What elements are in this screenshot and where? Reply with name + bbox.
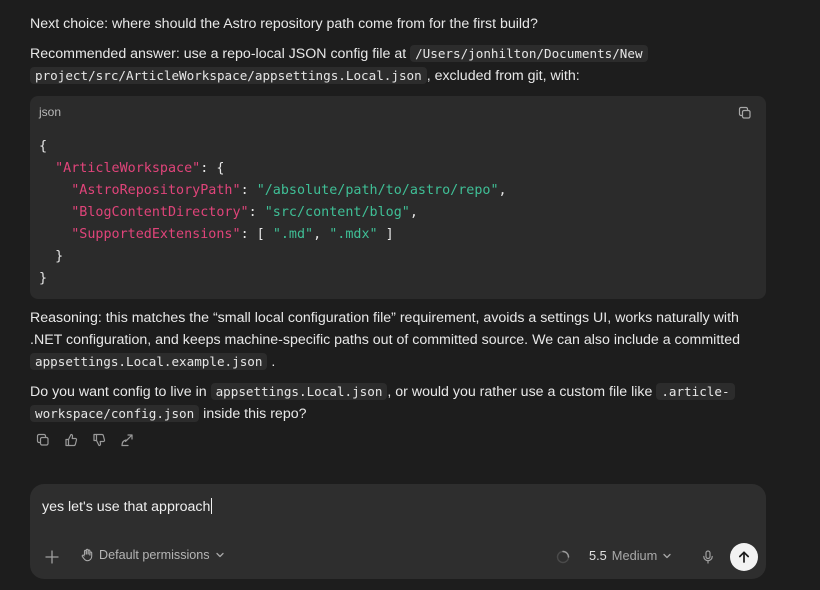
permissions-label: Default permissions [99,548,210,562]
json-code-block: json { "ArticleWorkspace": { "AstroRepos… [30,96,766,299]
permissions-dropdown[interactable]: Default permissions [80,548,225,562]
json-code: { "ArticleWorkspace": { "AstroRepository… [39,139,507,286]
followup-code-1: appsettings.Local.json [210,383,388,400]
code-value: "src/content/blog" [264,205,410,220]
example-file-code: appsettings.Local.example.json [30,353,268,370]
code-key: "AstroRepositoryPath" [71,183,241,198]
question-text: Next choice: where should the Astro repo… [30,16,538,32]
code-value: "/absolute/path/to/astro/repo" [256,183,499,198]
copy-code-icon[interactable] [738,106,752,120]
assistant-question: Next choice: where should the Astro repo… [30,13,766,35]
chevron-down-icon [663,553,671,558]
followup-text: Do you want config to live in [30,384,211,400]
copy-icon[interactable] [36,433,50,447]
reasoning-line-1: Reasoning: this matches the “small local… [30,310,739,326]
followup-code-2b: workspace/config.json [30,405,200,422]
message-composer[interactable]: yes let's use that approach Default perm… [30,484,766,579]
recommend-text: Recommended answer: use a repo-local JSO… [30,46,411,62]
followup-code-2a: .article- [656,383,735,400]
code-open-brace: { [39,139,48,154]
followup-end: inside this repo? [199,406,307,422]
code-value: ".mdx" [329,227,378,242]
microphone-icon [703,550,713,564]
model-selector[interactable]: 5.5 Medium [589,548,672,563]
followup-mid: , or would you rather use a custom file … [387,384,657,400]
effort-label: Medium [611,548,658,563]
message-actions [36,433,134,447]
code-close-brace: } [39,271,48,286]
chat-page: Next choice: where should the Astro repo… [0,0,820,590]
loading-spinner-icon [556,550,570,564]
message-input[interactable]: yes let's use that approach [42,498,213,515]
add-attachment-button[interactable] [44,549,60,565]
reasoning-paragraph: Reasoning: this matches the “small local… [30,307,766,373]
message-input-value: yes let's use that approach [42,499,211,515]
reasoning-end: . [271,354,276,370]
code-value: ".md" [272,227,314,242]
send-button[interactable] [730,543,758,571]
code-key: "BlogContentDirectory" [71,205,249,220]
reasoning-line-2: .NET configuration, and keeps machine-sp… [30,332,740,348]
code-key: "SupportedExtensions" [71,227,241,242]
thumbs-down-icon[interactable] [92,433,106,447]
composer-toolbar: Default permissions 5.5 Medium [30,543,766,571]
code-section-key: "ArticleWorkspace" [55,161,201,176]
text-caret [211,498,213,514]
code-language-label: json [39,105,62,119]
recommendation-paragraph: Recommended answer: use a repo-local JSO… [30,43,766,87]
followup-paragraph: Do you want config to live in appsetting… [30,381,766,425]
model-version: 5.5 [589,548,607,563]
microphone-button[interactable] [700,549,716,565]
chevron-down-icon [215,552,224,558]
recommend-suffix: , excluded from git, with: [426,68,580,84]
plus-icon [45,550,59,564]
code-close-inner: } [55,249,64,264]
hand-icon [81,548,93,562]
arrow-up-icon [738,551,750,563]
thumbs-up-icon[interactable] [64,433,78,447]
config-path-code-2: project/src/ArticleWorkspace/appsettings… [30,67,427,84]
config-path-code-1: /Users/jonhilton/Documents/New [410,45,648,62]
share-icon[interactable] [120,433,134,447]
